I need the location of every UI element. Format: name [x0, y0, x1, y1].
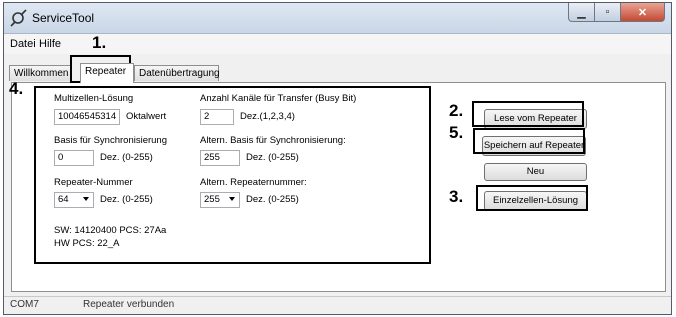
callout-number-2: 2. — [449, 101, 464, 120]
app-icon — [10, 9, 27, 27]
minimize-button[interactable]: ▁ — [568, 3, 595, 22]
tab-data-transfer[interactable]: Datenübertragung — [134, 65, 220, 81]
menu-help[interactable]: Hilfe — [39, 38, 61, 50]
maximize-icon: ▫ — [605, 6, 610, 18]
window-title: ServiceTool — [32, 11, 95, 25]
callout-number-3: 3. — [449, 187, 464, 206]
close-button[interactable]: ✕ — [621, 3, 665, 22]
minimize-icon: ▁ — [577, 6, 586, 19]
callout-number-5: 5. — [449, 123, 464, 142]
status-message: Repeater verbunden — [83, 299, 175, 310]
title-bar[interactable]: ServiceTool ▁ ▫ ✕ — [4, 3, 671, 34]
close-icon: ✕ — [637, 6, 648, 19]
maximize-button[interactable]: ▫ — [595, 3, 621, 22]
callout-box-4 — [34, 86, 431, 264]
new-button[interactable]: Neu — [484, 163, 587, 181]
menu-file[interactable]: Datei — [10, 38, 36, 50]
tab-repeater[interactable]: Repeater — [80, 63, 134, 83]
callout-box-5 — [473, 128, 585, 154]
status-port: COM7 — [10, 299, 39, 310]
callout-box-3 — [476, 185, 588, 211]
callout-number-1: 1. — [92, 33, 107, 52]
status-bar: COM7 Repeater verbunden — [4, 296, 671, 314]
callout-number-4: 4. — [9, 79, 24, 98]
callout-box-2 — [472, 101, 584, 127]
